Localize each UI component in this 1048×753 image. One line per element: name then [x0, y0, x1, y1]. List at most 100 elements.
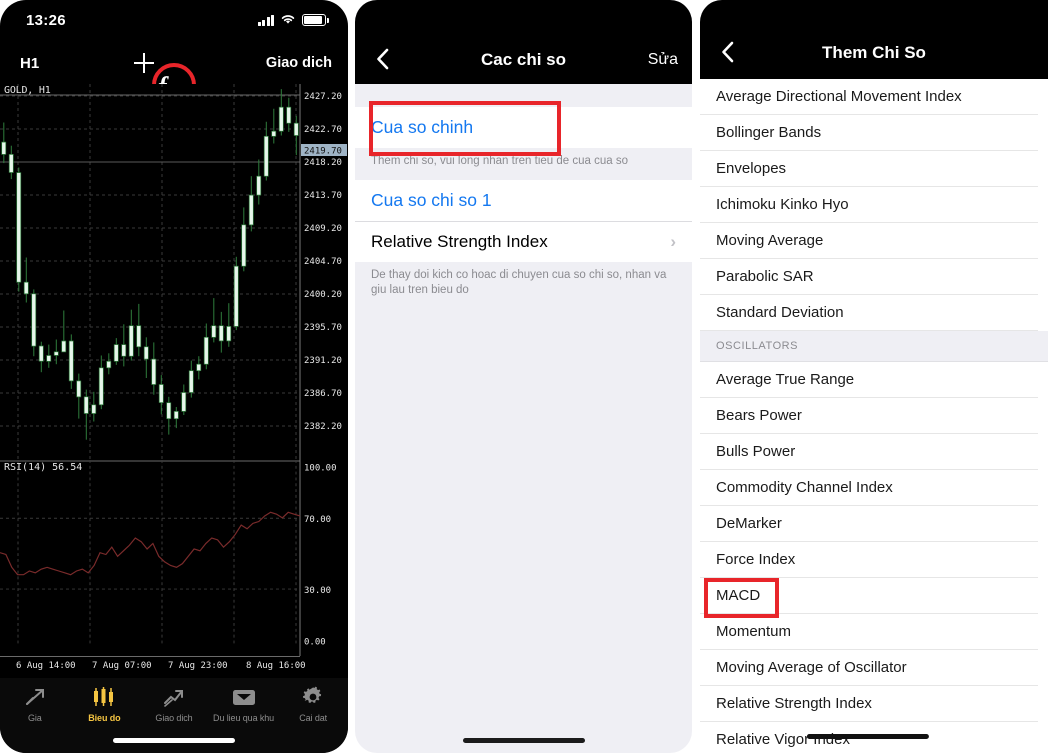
rsi-chart-svg: 100.00 70.00 30.00 0.00	[0, 460, 348, 656]
tab-cai-dat[interactable]: Cai dat	[278, 686, 348, 723]
tab-label: Gia	[27, 713, 42, 723]
home-indicator	[806, 734, 929, 739]
list-item-label: Relative Strength Index	[716, 695, 872, 712]
list-item-label: Average True Range	[716, 371, 855, 388]
oscillator-item-6[interactable]: MACD	[700, 578, 1038, 614]
list-item-label: Commodity Channel Index	[716, 479, 893, 496]
oscillator-item-5[interactable]: Force Index	[700, 542, 1038, 578]
list-item-label: Moving Average	[716, 232, 824, 249]
trend-item-3[interactable]: Ichimoku Kinko Hyo	[700, 187, 1038, 223]
svg-text:0.00: 0.00	[304, 637, 326, 647]
list-item-label: Relative Strength Index	[371, 231, 548, 251]
time-axis: 6 Aug 14:00 7 Aug 07:00 7 Aug 23:00 8 Au…	[0, 656, 348, 678]
oscillator-item-1[interactable]: Bears Power	[700, 398, 1038, 434]
svg-text:30.00: 30.00	[304, 586, 331, 596]
tab-giao-dich[interactable]: Giao dich	[139, 686, 209, 723]
trend-item-5[interactable]: Parabolic SAR	[700, 259, 1038, 295]
oscillators-section-header: OSCILLATORS	[700, 331, 1048, 362]
tab-du-lieu-qua-khu[interactable]: Du lieu qua khu	[209, 686, 279, 723]
oscillator-item-9[interactable]: Relative Strength Index	[700, 686, 1038, 722]
indicator-window-row[interactable]: Cua so chi so 1	[355, 179, 692, 221]
crosshair-icon[interactable]	[134, 53, 154, 73]
battery-icon	[302, 14, 329, 26]
oscillator-item-7[interactable]: Momentum	[700, 614, 1038, 650]
list-item-label: Average Directional Movement Index	[716, 88, 962, 105]
svg-text:2382.20: 2382.20	[304, 422, 342, 432]
svg-text:2418.20: 2418.20	[304, 158, 342, 168]
oscillator-item-0[interactable]: Average True Range	[700, 362, 1038, 398]
trade-arrow-icon	[163, 686, 185, 708]
svg-text:2400.20: 2400.20	[304, 290, 342, 300]
gear-icon	[302, 686, 324, 708]
nav-bar: Cac chi so Sửa	[355, 0, 692, 84]
chart-toolbar: H1 f Giao dich	[0, 42, 348, 107]
chevron-right-icon: ›	[670, 231, 676, 251]
price-pane: GOLD, H1 2427.20 2422.70 2418.20 2413.70…	[0, 84, 348, 460]
tab-label: Cai dat	[299, 713, 328, 723]
svg-text:2427.20: 2427.20	[304, 92, 342, 102]
list-item-label: Ichimoku Kinko Hyo	[716, 196, 849, 213]
oscillator-item-2[interactable]: Bulls Power	[700, 434, 1038, 470]
list-item-label: Force Index	[716, 551, 796, 568]
page-title: Cac chi so	[480, 50, 567, 69]
tab-label: Giao dich	[155, 713, 193, 723]
svg-text:2386.70: 2386.70	[304, 389, 342, 399]
svg-text:2404.70: 2404.70	[304, 257, 342, 267]
list-item-label: Standard Deviation	[716, 304, 844, 321]
mt5-chart-screen: 13:26 H1 f Giao dich	[0, 0, 348, 753]
list-item-label: Parabolic SAR	[716, 268, 814, 285]
screenshot-root: 13:26 H1 f Giao dich	[0, 0, 1048, 753]
quotes-arrow-icon	[24, 686, 46, 708]
svg-text:2413.70: 2413.70	[304, 191, 342, 201]
list-item-label: Envelopes	[716, 160, 787, 177]
wifi-icon	[280, 13, 296, 27]
list-item-label: Bulls Power	[716, 443, 796, 460]
chart-canvas[interactable]: GOLD, H1 2427.20 2422.70 2418.20 2413.70…	[0, 84, 348, 678]
tab-label: Du lieu qua khu	[213, 713, 275, 723]
trade-button[interactable]: Giao dich	[266, 55, 332, 71]
list-item-label: Bollinger Bands	[716, 124, 822, 141]
edit-button[interactable]: Sửa	[648, 51, 678, 69]
timeframe-button[interactable]: H1	[20, 55, 39, 72]
trend-item-1[interactable]: Bollinger Bands	[700, 115, 1038, 151]
status-bar: 13:26	[0, 0, 348, 40]
trend-item-2[interactable]: Envelopes	[700, 151, 1038, 187]
tab-label: Bieu do	[88, 713, 121, 723]
main-window-row[interactable]: Cua so chinh	[355, 107, 692, 148]
indicator-window-footnote: De thay doi kich co hoac di chuyen cua s…	[355, 261, 692, 309]
list-item-label: DeMarker	[716, 515, 782, 532]
status-indicators	[257, 13, 329, 27]
trend-indicator-list: Average Directional Movement Index Bollin…	[700, 79, 1048, 331]
nav-bar: Them Chi So	[700, 0, 1048, 79]
svg-text:6 Aug 14:00: 6 Aug 14:00	[16, 661, 76, 671]
svg-text:2395.70: 2395.70	[304, 323, 342, 333]
list-item-label: MACD	[716, 587, 761, 604]
main-window-label: Cua so chinh	[371, 117, 474, 137]
svg-text:2422.70: 2422.70	[304, 125, 342, 135]
tab-gia[interactable]: Gia	[0, 686, 70, 723]
cellular-signal-icon	[257, 14, 274, 26]
oscillator-item-4[interactable]: DeMarker	[700, 506, 1038, 542]
svg-text:2409.20: 2409.20	[304, 224, 342, 234]
inbox-icon	[232, 686, 256, 708]
svg-text:70.00: 70.00	[304, 515, 331, 525]
rsi-label: RSI(14) 56.54	[4, 462, 83, 473]
add-indicator-screen: Them Chi So Average Directional Movement…	[700, 0, 1048, 753]
indicator-window-label: Cua so chi so 1	[371, 189, 492, 210]
main-window-footnote: Them chi so, vui long nhan tren tieu de …	[355, 148, 692, 180]
home-indicator	[462, 738, 585, 743]
page-title: Them Chi So	[822, 43, 926, 62]
oscillator-item-3[interactable]: Commodity Channel Index	[700, 470, 1038, 506]
oscillator-indicator-list: Average True Range Bears Power Bulls Power…	[700, 362, 1048, 753]
indicators-list-screen: Cac chi so Sửa Cua so chinh Them chi so,…	[355, 0, 692, 753]
candlestick-icon	[91, 686, 117, 708]
price-axis-labels: 2427.20 2422.70 2418.20 2413.70 2409.20 …	[301, 92, 347, 432]
oscillator-item-8[interactable]: Moving Average of Oscillator	[700, 650, 1038, 686]
trend-item-4[interactable]: Moving Average	[700, 223, 1038, 259]
home-indicator	[113, 738, 235, 743]
trend-item-0[interactable]: Average Directional Movement Index	[700, 79, 1038, 115]
tab-bieu-do[interactable]: Bieu do	[70, 686, 140, 723]
svg-text:8 Aug 16:00: 8 Aug 16:00	[246, 661, 306, 671]
trend-item-6[interactable]: Standard Deviation	[700, 295, 1038, 331]
list-item-rsi[interactable]: Relative Strength Index ›	[355, 220, 692, 262]
